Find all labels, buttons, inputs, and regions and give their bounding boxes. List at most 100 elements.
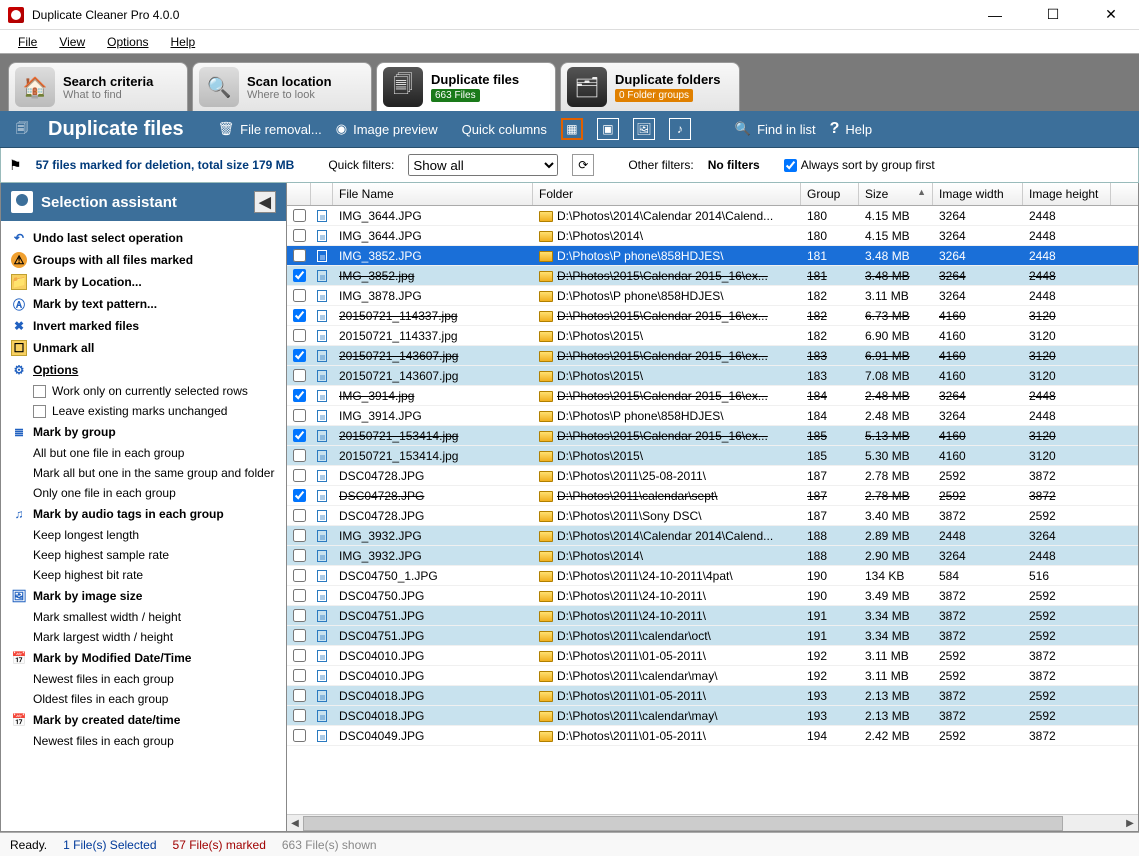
checkbox-icon[interactable]	[33, 405, 46, 418]
row-checkbox[interactable]	[287, 269, 311, 282]
table-row[interactable]: DSC04018.JPGD:\Photos\2011\01-05-2011\19…	[287, 686, 1138, 706]
close-button[interactable]: ✕	[1091, 1, 1131, 29]
col-file-name[interactable]: File Name	[333, 183, 533, 205]
row-checkbox[interactable]	[287, 449, 311, 462]
col-folder[interactable]: Folder	[533, 183, 801, 205]
table-row[interactable]: DSC04018.JPGD:\Photos\2011\calendar\may\…	[287, 706, 1138, 726]
sidebar-item-21[interactable]: Newest files in each group	[5, 669, 282, 689]
sidebar-item-5[interactable]: ☐Unmark all	[5, 337, 282, 359]
tab-duplicate-folders[interactable]: 🗂 Duplicate folders0 Folder groups	[560, 62, 740, 111]
scroll-thumb[interactable]	[303, 816, 1063, 831]
sidebar-item-2[interactable]: 📁Mark by Location...	[5, 271, 282, 293]
table-row[interactable]: DSC04049.JPGD:\Photos\2011\01-05-2011\19…	[287, 726, 1138, 746]
table-body[interactable]: IMG_3644.JPGD:\Photos\2014\Calendar 2014…	[287, 206, 1138, 814]
table-row[interactable]: DSC04728.JPGD:\Photos\2011\calendar\sept…	[287, 486, 1138, 506]
table-row[interactable]: IMG_3932.JPGD:\Photos\2014\1882.90 MB326…	[287, 546, 1138, 566]
table-row[interactable]: 20150721_114337.jpgD:\Photos\2015\1826.9…	[287, 326, 1138, 346]
table-row[interactable]: IMG_3914.JPGD:\Photos\P phone\858HDJES\1…	[287, 406, 1138, 426]
sidebar-item-20[interactable]: 📅Mark by Modified Date/Time	[5, 647, 282, 669]
table-row[interactable]: 20150721_143607.jpgD:\Photos\2015\Calend…	[287, 346, 1138, 366]
table-row[interactable]: 20150721_153414.jpgD:\Photos\2015\Calend…	[287, 426, 1138, 446]
col-image-width[interactable]: Image width	[933, 183, 1023, 205]
sidebar-item-17[interactable]: 🖼Mark by image size	[5, 585, 282, 607]
tab-duplicate-files[interactable]: 🗐 Duplicate files663 Files	[376, 62, 556, 111]
refresh-button[interactable]: ⟳	[572, 154, 594, 176]
row-checkbox[interactable]	[287, 689, 311, 702]
sidebar-item-1[interactable]: ⚠Groups with all files marked	[5, 249, 282, 271]
file-removal-button[interactable]: 🗑File removal...	[218, 121, 322, 137]
sidebar-item-12[interactable]: Only one file in each group	[5, 483, 282, 503]
find-in-list-button[interactable]: 🔍Find in list	[735, 121, 816, 137]
row-checkbox[interactable]	[287, 229, 311, 242]
row-checkbox[interactable]	[287, 629, 311, 642]
quick-col-music-icon[interactable]: ♪	[669, 118, 691, 140]
quick-col-image-icon[interactable]: 🖼	[633, 118, 655, 140]
quick-col-window-icon[interactable]: ▣	[597, 118, 619, 140]
table-row[interactable]: IMG_3644.JPGD:\Photos\2014\Calendar 2014…	[287, 206, 1138, 226]
row-checkbox[interactable]	[287, 249, 311, 262]
row-checkbox[interactable]	[287, 589, 311, 602]
col-checkbox[interactable]	[287, 183, 311, 205]
table-row[interactable]: DSC04010.JPGD:\Photos\2011\01-05-2011\19…	[287, 646, 1138, 666]
menu-options[interactable]: Options	[97, 33, 158, 51]
table-row[interactable]: 20150721_143607.jpgD:\Photos\2015\1837.0…	[287, 366, 1138, 386]
menu-view[interactable]: View	[49, 33, 95, 51]
table-row[interactable]: DSC04750_1.JPGD:\Photos\2011\24-10-2011\…	[287, 566, 1138, 586]
row-checkbox[interactable]	[287, 609, 311, 622]
sidebar-item-14[interactable]: Keep longest length	[5, 525, 282, 545]
row-checkbox[interactable]	[287, 329, 311, 342]
table-row[interactable]: 20150721_153414.jpgD:\Photos\2015\1855.3…	[287, 446, 1138, 466]
row-checkbox[interactable]	[287, 349, 311, 362]
sidebar-item-23[interactable]: 📅Mark by created date/time	[5, 709, 282, 731]
sort-by-group-checkbox[interactable]: Always sort by group first	[784, 158, 935, 172]
sidebar-item-0[interactable]: ↶Undo last select operation	[5, 227, 282, 249]
col-icon[interactable]	[311, 183, 333, 205]
checkbox-icon[interactable]	[33, 385, 46, 398]
sidebar-item-13[interactable]: ♫Mark by audio tags in each group	[5, 503, 282, 525]
row-checkbox[interactable]	[287, 469, 311, 482]
table-row[interactable]: IMG_3932.JPGD:\Photos\2014\Calendar 2014…	[287, 526, 1138, 546]
col-size[interactable]: Size	[859, 183, 933, 205]
table-row[interactable]: DSC04751.JPGD:\Photos\2011\24-10-2011\19…	[287, 606, 1138, 626]
row-checkbox[interactable]	[287, 529, 311, 542]
menu-file[interactable]: File	[8, 33, 47, 51]
table-row[interactable]: IMG_3914.jpgD:\Photos\2015\Calendar 2015…	[287, 386, 1138, 406]
row-checkbox[interactable]	[287, 409, 311, 422]
row-checkbox[interactable]	[287, 209, 311, 222]
sidebar-item-6[interactable]: ⚙Options	[5, 359, 282, 381]
table-row[interactable]: DSC04728.JPGD:\Photos\2011\25-08-2011\18…	[287, 466, 1138, 486]
tab-scan-location[interactable]: 🔍 Scan locationWhere to look	[192, 62, 372, 111]
sidebar-item-19[interactable]: Mark largest width / height	[5, 627, 282, 647]
sidebar-item-24[interactable]: Newest files in each group	[5, 731, 282, 751]
table-row[interactable]: DSC04751.JPGD:\Photos\2011\calendar\oct\…	[287, 626, 1138, 646]
horizontal-scrollbar[interactable]: ◀ ▶	[287, 814, 1138, 831]
row-checkbox[interactable]	[287, 729, 311, 742]
row-checkbox[interactable]	[287, 429, 311, 442]
row-checkbox[interactable]	[287, 549, 311, 562]
maximize-button[interactable]: ☐	[1033, 1, 1073, 29]
row-checkbox[interactable]	[287, 369, 311, 382]
row-checkbox[interactable]	[287, 709, 311, 722]
table-row[interactable]: DSC04010.JPGD:\Photos\2011\calendar\may\…	[287, 666, 1138, 686]
table-row[interactable]: DSC04728.JPGD:\Photos\2011\Sony DSC\1873…	[287, 506, 1138, 526]
row-checkbox[interactable]	[287, 669, 311, 682]
row-checkbox[interactable]	[287, 509, 311, 522]
row-checkbox[interactable]	[287, 649, 311, 662]
table-row[interactable]: DSC04750.JPGD:\Photos\2011\24-10-2011\19…	[287, 586, 1138, 606]
sidebar-item-16[interactable]: Keep highest bit rate	[5, 565, 282, 585]
sidebar-item-22[interactable]: Oldest files in each group	[5, 689, 282, 709]
quick-col-grid-icon[interactable]: ▦	[561, 118, 583, 140]
table-row[interactable]: 20150721_114337.jpgD:\Photos\2015\Calend…	[287, 306, 1138, 326]
row-checkbox[interactable]	[287, 289, 311, 302]
sidebar-item-15[interactable]: Keep highest sample rate	[5, 545, 282, 565]
row-checkbox[interactable]	[287, 489, 311, 502]
sidebar-item-8[interactable]: Leave existing marks unchanged	[5, 401, 282, 421]
row-checkbox[interactable]	[287, 309, 311, 322]
row-checkbox[interactable]	[287, 569, 311, 582]
row-checkbox[interactable]	[287, 389, 311, 402]
scroll-left-icon[interactable]: ◀	[287, 815, 303, 831]
table-row[interactable]: IMG_3878.JPGD:\Photos\P phone\858HDJES\1…	[287, 286, 1138, 306]
collapse-sidebar-button[interactable]: ◀	[254, 191, 276, 213]
quick-filters-select[interactable]: Show all	[408, 154, 558, 176]
table-row[interactable]: IMG_3852.jpgD:\Photos\2015\Calendar 2015…	[287, 266, 1138, 286]
